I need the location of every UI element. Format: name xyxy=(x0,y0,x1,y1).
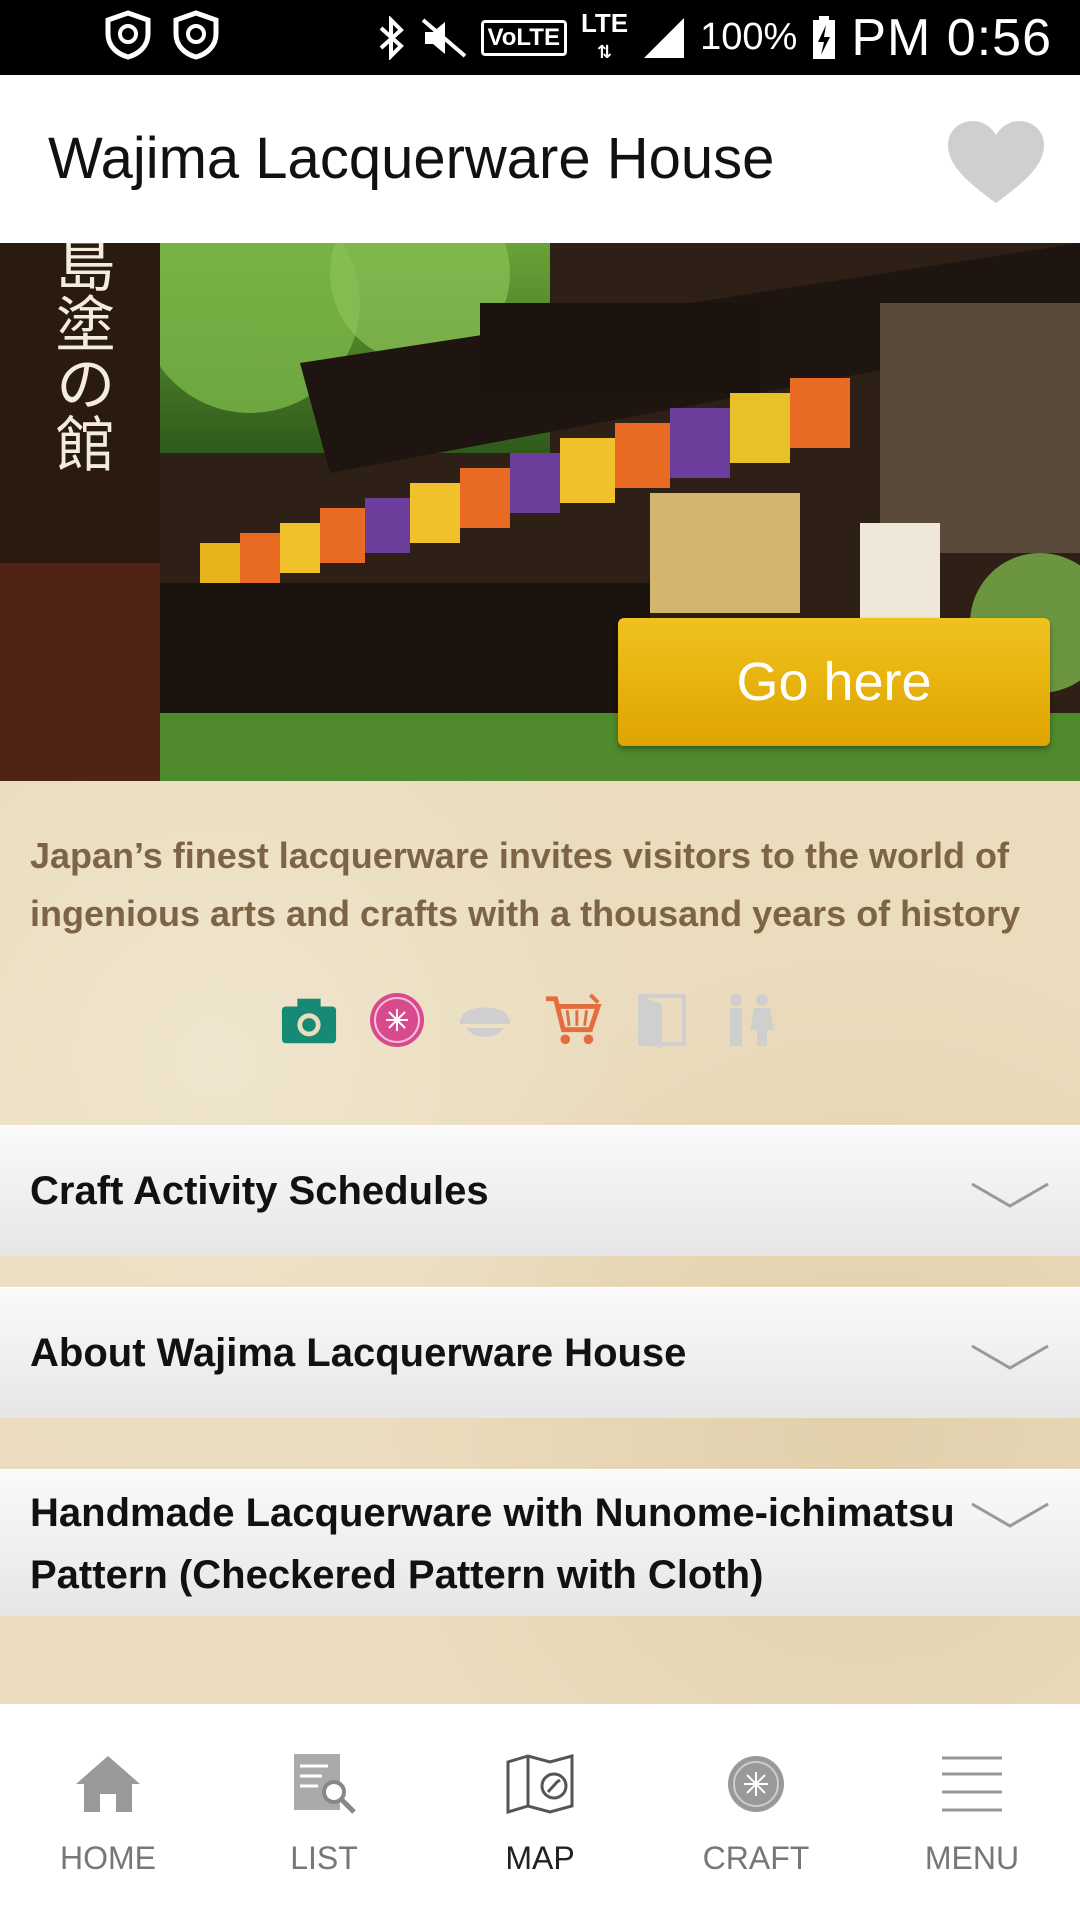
accordion-label: Handmade Lacquerware with Nunome-ichimat… xyxy=(30,1491,955,1597)
status-bar: VoLTE LTE ⇅ 100% PM 0:56 xyxy=(0,0,1080,75)
lte-indicator: LTE ⇅ xyxy=(580,8,629,62)
clock: PM 0:56 xyxy=(851,8,1052,67)
list-search-icon xyxy=(294,1754,356,1814)
nav-craft[interactable]: CRAFT xyxy=(648,1704,864,1920)
description-text: Japan’s finest lacquerware invites visit… xyxy=(30,835,1021,934)
signal-icon xyxy=(644,17,685,58)
mute-icon xyxy=(421,17,466,58)
accordion-label: Craft Activity Schedules xyxy=(30,1169,489,1213)
accordion-craft-schedules[interactable]: Craft Activity Schedules xyxy=(0,1125,1080,1256)
restroom-icon xyxy=(720,991,778,1049)
app-header: Wajima Lacquerware House xyxy=(0,75,1080,243)
hero-image: 輪島塗の館 Go here xyxy=(0,243,1080,781)
heart-icon[interactable] xyxy=(946,119,1046,205)
nav-list[interactable]: LIST xyxy=(216,1704,432,1920)
nav-label: CRAFT xyxy=(702,1840,810,1876)
calligraphy-text: 輪島塗の館 xyxy=(45,243,115,473)
chevron-down-icon xyxy=(971,1502,1049,1528)
accordion-nunome-ichimatsu[interactable]: Handmade Lacquerware with Nunome-ichimat… xyxy=(0,1469,1080,1616)
chevron-down-icon xyxy=(971,1344,1049,1370)
camera-icon xyxy=(280,991,338,1049)
nav-map[interactable]: MAP xyxy=(432,1704,648,1920)
map-icon xyxy=(506,1754,574,1815)
bottom-nav: HOME LIST MAP CRAFT MENU xyxy=(0,1704,1080,1920)
craft-icon xyxy=(728,1756,784,1812)
food-icon xyxy=(456,991,514,1049)
volte-indicator: VoLTE xyxy=(480,19,567,56)
nav-home[interactable]: HOME xyxy=(0,1704,216,1920)
lte-label: LTE xyxy=(580,8,629,38)
nav-label: HOME xyxy=(60,1840,156,1876)
nav-label: MAP xyxy=(505,1840,575,1876)
chevron-down-icon xyxy=(971,1182,1049,1208)
nav-label: LIST xyxy=(290,1840,358,1876)
shield-app-icon xyxy=(105,10,151,60)
content-area: Japan’s finest lacquerware invites visit… xyxy=(0,781,1080,1704)
page-title: Wajima Lacquerware House xyxy=(48,126,775,191)
home-icon xyxy=(76,1756,140,1812)
craft-badge-icon xyxy=(368,991,426,1049)
accordion-about[interactable]: About Wajima Lacquerware House xyxy=(0,1287,1080,1418)
bluetooth-icon xyxy=(379,15,404,60)
nav-label: MENU xyxy=(924,1840,1020,1876)
go-here-button[interactable]: Go here xyxy=(618,618,1050,746)
battery-percent: 100% xyxy=(700,16,798,58)
door-icon xyxy=(632,991,690,1049)
shield-app-icon xyxy=(173,10,219,60)
menu-icon xyxy=(942,1756,1002,1812)
cart-icon xyxy=(544,991,602,1049)
battery-charging-icon xyxy=(813,15,836,59)
nav-menu[interactable]: MENU xyxy=(864,1704,1080,1920)
facility-icons xyxy=(280,991,778,1049)
accordion-label: About Wajima Lacquerware House xyxy=(30,1331,687,1375)
